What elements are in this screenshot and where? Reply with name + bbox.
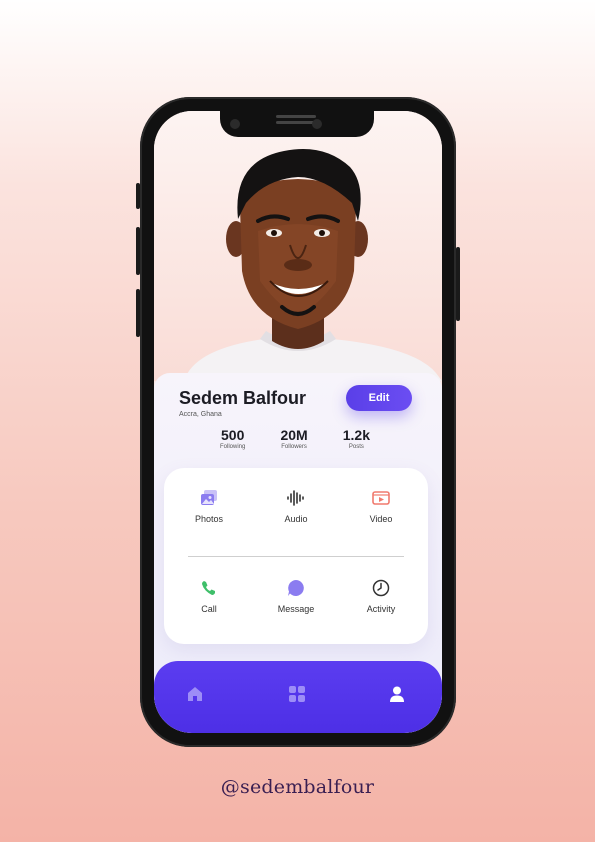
user-icon[interactable] xyxy=(388,685,406,703)
action-label: Photos xyxy=(194,514,224,524)
action-photos[interactable]: Photos xyxy=(174,488,244,524)
audio-wave-icon xyxy=(287,490,304,506)
phone-icon xyxy=(202,581,215,595)
phone-side-button xyxy=(136,183,140,209)
edit-profile-button[interactable]: Edit xyxy=(346,385,412,411)
stat-following[interactable]: 500 Following xyxy=(220,427,245,450)
profile-avatar xyxy=(184,149,442,381)
action-call[interactable]: Call xyxy=(174,578,244,614)
action-label: Video xyxy=(369,514,393,524)
front-sensor xyxy=(312,119,322,129)
grid-icon[interactable] xyxy=(288,685,306,703)
stat-label: Following xyxy=(220,444,246,450)
actions-divider xyxy=(188,556,404,557)
action-audio[interactable]: Audio xyxy=(261,488,331,524)
front-camera xyxy=(230,119,240,129)
clock-icon xyxy=(372,579,390,597)
stat-followers[interactable]: 20M Followers xyxy=(280,427,307,450)
phone-screen: Sedem Balfour Accra, Ghana Edit 500 Foll… xyxy=(154,111,442,733)
action-label: Audio xyxy=(284,514,308,524)
action-label: Message xyxy=(277,604,315,614)
phone-volume-up-button xyxy=(136,227,140,275)
action-message[interactable]: Message xyxy=(261,578,331,614)
phone-frame: Sedem Balfour Accra, Ghana Edit 500 Foll… xyxy=(136,97,460,747)
stat-value: 1.2k xyxy=(342,427,370,443)
phone-notch xyxy=(220,111,374,137)
stat-label: Followers xyxy=(281,444,307,450)
actions-panel: Photos Audio Video Call Message Activity xyxy=(164,468,428,644)
profile-stats: 500 Following 20M Followers 1.2k Posts xyxy=(220,427,370,450)
earpiece-speaker xyxy=(276,115,316,125)
profile-name: Sedem Balfour xyxy=(179,388,307,408)
photos-icon xyxy=(201,490,217,505)
message-icon xyxy=(288,580,304,596)
action-label: Call xyxy=(201,604,217,614)
phone-power-button xyxy=(456,247,460,321)
social-handle: @sedembalfour xyxy=(220,776,375,798)
stat-label: Posts xyxy=(348,444,364,450)
stat-value: 500 xyxy=(221,427,245,443)
action-activity[interactable]: Activity xyxy=(346,578,416,614)
video-icon xyxy=(372,491,390,505)
phone-volume-down-button xyxy=(136,289,140,337)
profile-location: Accra, Ghana xyxy=(179,411,222,418)
stat-posts[interactable]: 1.2k Posts xyxy=(343,427,370,450)
home-icon[interactable] xyxy=(186,685,204,703)
action-video[interactable]: Video xyxy=(346,488,416,524)
action-label: Activity xyxy=(366,604,396,614)
stat-value: 20M xyxy=(280,427,308,443)
bottom-tab-bar xyxy=(154,661,442,733)
